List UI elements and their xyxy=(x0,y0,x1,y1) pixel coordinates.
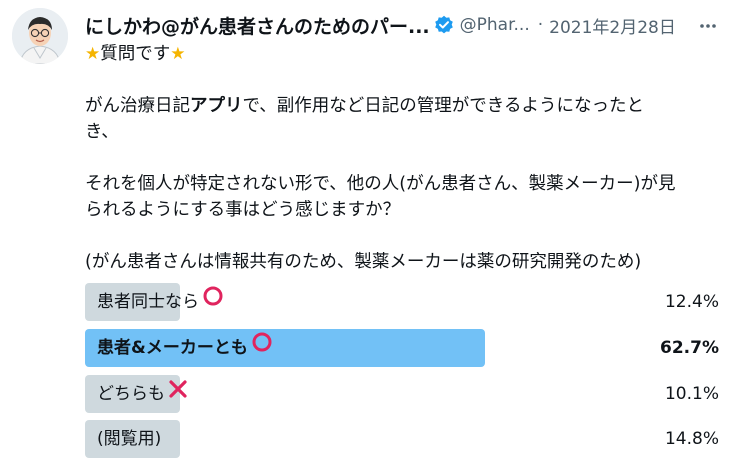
tweet-paragraph-1: がん治療日記アプリで、副作用など日記の管理ができるようになったと xyxy=(85,93,725,119)
avatar[interactable] xyxy=(12,8,68,64)
tweet-text: ★質問です★ がん治療日記アプリで、副作用など日記の管理ができるようになったと … xyxy=(85,41,725,275)
author-name[interactable]: にしかわ@がん患者さんのためのパー... xyxy=(85,12,430,39)
star-icon: ★ xyxy=(85,44,101,64)
more-horizontal-icon[interactable] xyxy=(696,14,720,38)
poll-option-text: どちらも xyxy=(97,384,165,404)
poll-option: どちらも 10.1% xyxy=(85,375,725,413)
poll-option-label: どちらも xyxy=(97,375,188,413)
author-handle[interactable]: @Phar... xyxy=(460,15,530,35)
poll-option-percent: 14.8% xyxy=(664,429,719,449)
separator-dot: · xyxy=(537,15,544,35)
tweet-paragraph-1-cont: き、 xyxy=(85,122,119,142)
text-segment: がん治療日記 xyxy=(85,96,190,116)
tweet-heading: 質問です xyxy=(100,44,171,64)
tweet-paragraph-2: それを個人が特定されない形で、他の人(がん患者さん、製薬メーカー)が見 xyxy=(85,174,676,194)
poll-option-text: 患者同士なら xyxy=(97,292,199,312)
poll-option-percent: 62.7% xyxy=(660,338,719,358)
poll-option-label: (閲覧用) xyxy=(97,420,161,458)
tweet-date[interactable]: 2021年2月28日 xyxy=(549,13,676,38)
avatar-illustration-icon xyxy=(12,8,68,64)
tweet-heading-line: ★質問です★ xyxy=(85,41,725,67)
cross-mark-icon xyxy=(168,375,188,413)
poll-option-label: 患者&メーカーとも xyxy=(97,329,273,367)
poll-option-text: 患者&メーカーとも xyxy=(97,338,248,358)
poll-option: 患者同士なら 12.4% xyxy=(85,283,725,321)
tweet-paragraph-3: (がん患者さんは情報共有のため、製薬メーカーは薬の研究開発のため) xyxy=(85,252,642,272)
poll-option-label: 患者同士なら xyxy=(97,283,224,321)
poll-option-percent: 12.4% xyxy=(664,292,719,312)
poll-option: 患者&メーカーとも 62.7% xyxy=(85,329,725,367)
poll-option: (閲覧用) 14.8% xyxy=(85,420,725,458)
star-icon: ★ xyxy=(170,44,186,64)
circle-mark-icon xyxy=(202,283,224,321)
tweet-paragraph-2-cont: られるようにする事はどう感じますか？ xyxy=(85,200,401,220)
hashtag-like-bold: アプリ xyxy=(190,96,243,116)
verified-badge-icon xyxy=(434,15,454,35)
poll-option-text: (閲覧用) xyxy=(97,429,162,449)
tweet-header: にしかわ@がん患者さんのためのパー... @Phar... · 2021年2月2… xyxy=(85,11,726,39)
circle-mark-icon xyxy=(251,329,273,367)
poll-option-percent: 10.1% xyxy=(664,384,719,404)
text-segment: で、副作用など日記の管理ができるようになったと xyxy=(242,96,644,116)
